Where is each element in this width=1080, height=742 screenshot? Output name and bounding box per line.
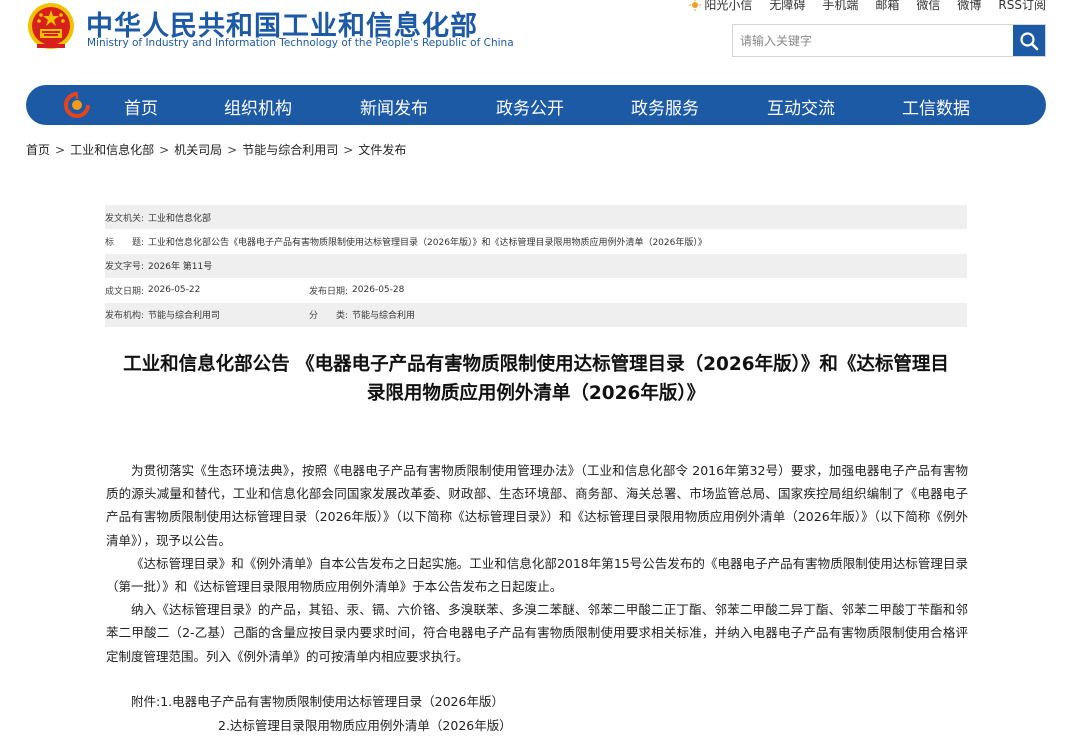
meta-cell-category: 分 类: 节能与综合利用 bbox=[309, 308, 415, 321]
body-paragraph: 《达标管理目录》和《例外清单》自本公告发布之日起实施。工业和信息化部2018年第… bbox=[106, 555, 968, 595]
top-link-weibo[interactable]: 微博 bbox=[957, 0, 981, 13]
body-paragraph: 为贯彻落实《生态环境法典》，按照《电器电子产品有害物质限制使用管理办法》（工业和… bbox=[106, 463, 968, 548]
breadcrumb-separator: > bbox=[159, 143, 170, 157]
breadcrumb-documents[interactable]: 文件发布 bbox=[358, 143, 406, 157]
breadcrumb-energy-dept[interactable]: 节能与综合利用司 bbox=[242, 143, 338, 157]
meta-published-date: 2026-05-28 bbox=[352, 285, 405, 296]
meta-org: 节能与综合利用司 bbox=[148, 311, 221, 322]
document-title: 工业和信息化部公告 《电器电子产品有害物质限制使用达标管理目录（2026年版）》… bbox=[100, 350, 972, 408]
meta-label: 发布机构: bbox=[105, 311, 145, 322]
meta-label: 发文字号: bbox=[105, 262, 145, 273]
search-input[interactable] bbox=[733, 25, 1013, 56]
top-link-label: 阳光小信 bbox=[704, 0, 753, 12]
meta-doc-no: 2026年 第11号 bbox=[148, 262, 213, 273]
top-link-accessibility[interactable]: 无障碍 bbox=[769, 0, 805, 13]
nav-item-gov-affairs[interactable]: 政务公开 bbox=[496, 94, 564, 119]
meta-label: 标 题: bbox=[105, 238, 145, 249]
breadcrumb-separator: > bbox=[227, 143, 238, 157]
ministry-logo-icon[interactable] bbox=[64, 92, 90, 118]
meta-issuer: 工业和信息化部 bbox=[148, 213, 212, 224]
meta-row-title: 标 题: 工业和信息化部公告《电器电子产品有害物质限制使用达标管理目录（2026… bbox=[105, 229, 967, 253]
nav-item-home[interactable]: 首页 bbox=[124, 94, 158, 119]
nav-item-interaction[interactable]: 互动交流 bbox=[767, 94, 835, 119]
national-emblem-icon[interactable] bbox=[26, 2, 76, 52]
meta-row-doc-no: 发文字号: 2026年 第11号 bbox=[105, 253, 967, 279]
meta-cell-published: 发布日期: 2026-05-28 bbox=[309, 284, 404, 297]
breadcrumb-ministry[interactable]: 工业和信息化部 bbox=[70, 143, 154, 157]
site-title-en: Ministry of Industry and Information Tec… bbox=[87, 37, 514, 49]
top-links: 阳光小信 无障碍 手机端 邮箱 微信 微博 RSS订阅 bbox=[689, 0, 1046, 13]
attachment-link-1[interactable]: 附件:1.电器电子产品有害物质限制使用达标管理目录（2026年版） bbox=[131, 690, 512, 714]
search-icon bbox=[1020, 31, 1039, 50]
breadcrumb: 首页 > 工业和信息化部 > 机关司局 > 节能与综合利用司 > 文件发布 bbox=[26, 141, 406, 158]
top-link-rss[interactable]: RSS订阅 bbox=[998, 0, 1046, 13]
search-box bbox=[732, 24, 1046, 57]
meta-label: 发文机关: bbox=[105, 213, 145, 224]
meta-cell-org: 发布机构: 节能与综合利用司 bbox=[105, 308, 309, 321]
sun-icon bbox=[689, 0, 702, 11]
nav-item-organization[interactable]: 组织机构 bbox=[224, 94, 292, 119]
nav-item-news[interactable]: 新闻发布 bbox=[360, 94, 428, 119]
attachment-link-2[interactable]: 2.达标管理目录限用物质应用例外清单（2026年版） bbox=[131, 714, 512, 738]
meta-label: 发布日期: bbox=[309, 286, 349, 297]
meta-cell-created: 成文日期: 2026-05-22 bbox=[105, 284, 309, 297]
meta-row-dates: 成文日期: 2026-05-22 发布日期: 2026-05-28 bbox=[105, 278, 967, 302]
document-title-line: 录限用物质应用例外清单（2026年版）》 bbox=[366, 383, 706, 404]
breadcrumb-separator: > bbox=[343, 143, 354, 157]
breadcrumb-home[interactable]: 首页 bbox=[26, 143, 50, 157]
document-body: 为贯彻落实《生态环境法典》，按照《电器电子产品有害物质限制使用管理办法》（工业和… bbox=[106, 459, 968, 668]
breadcrumb-separator: > bbox=[55, 143, 66, 157]
top-link-mail[interactable]: 邮箱 bbox=[875, 0, 899, 13]
site-header: 中华人民共和国工业和信息化部 Ministry of Industry and … bbox=[0, 0, 1080, 80]
meta-created-date: 2026-05-22 bbox=[148, 285, 201, 296]
document-title-line: 工业和信息化部公告 《电器电子产品有害物质限制使用达标管理目录（2026年版）》… bbox=[123, 354, 949, 375]
meta-label: 成文日期: bbox=[105, 286, 145, 297]
top-link-sunshine[interactable]: 阳光小信 bbox=[689, 0, 752, 13]
top-link-wechat[interactable]: 微信 bbox=[916, 0, 940, 13]
meta-row-issuer: 发文机关: 工业和信息化部 bbox=[105, 205, 967, 230]
nav-item-data[interactable]: 工信数据 bbox=[902, 94, 970, 119]
document-metadata: 发文机关: 工业和信息化部 标 题: 工业和信息化部公告《电器电子产品有害物质限… bbox=[105, 205, 967, 327]
meta-title: 工业和信息化部公告《电器电子产品有害物质限制使用达标管理目录（2026年版）》和… bbox=[148, 238, 707, 249]
search-button[interactable] bbox=[1013, 25, 1045, 56]
main-nav: 首页 组织机构 新闻发布 政务公开 政务服务 互动交流 工信数据 bbox=[26, 85, 1046, 125]
meta-category: 节能与综合利用 bbox=[352, 311, 416, 322]
meta-label: 分 类: bbox=[309, 311, 349, 322]
breadcrumb-departments[interactable]: 机关司局 bbox=[174, 143, 222, 157]
body-paragraph: 纳入《达标管理目录》的产品，其铅、汞、镉、六价铬、多溴联苯、多溴二苯醚、邻苯二甲… bbox=[106, 602, 968, 664]
nav-item-gov-services[interactable]: 政务服务 bbox=[631, 94, 699, 119]
attachments: 附件:1.电器电子产品有害物质限制使用达标管理目录（2026年版） 2.达标管理… bbox=[131, 690, 512, 738]
meta-row-org: 发布机构: 节能与综合利用司 分 类: 节能与综合利用 bbox=[105, 302, 967, 327]
top-link-mobile[interactable]: 手机端 bbox=[822, 0, 858, 13]
